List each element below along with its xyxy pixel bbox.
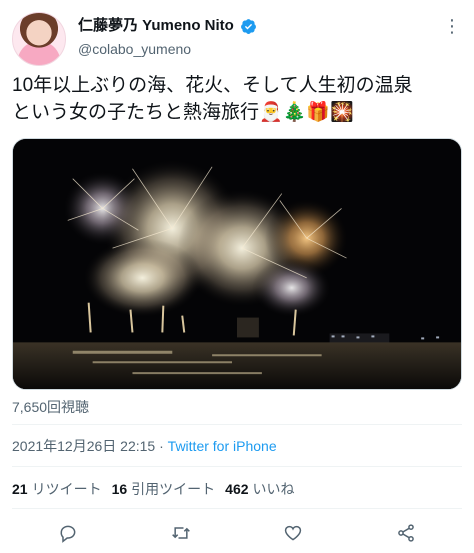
meta-separator: · [155,438,168,454]
handle[interactable]: @colabo_yumeno [78,40,257,58]
video-player[interactable] [12,138,462,390]
like-icon[interactable] [280,520,306,546]
divider [12,424,462,425]
action-bar [12,520,462,546]
tweet-text: 10年以上ぶりの海、花火、そして人生初の温泉 という女の子たちと熱海旅行🎅🎄🎁🎇 [12,72,464,126]
retweet-stat[interactable]: 21 リツイート [12,479,102,499]
share-icon[interactable] [393,520,419,546]
tweet-text-line-2: という女の子たちと熱海旅行🎅🎄🎁🎇 [12,102,354,123]
tweet-meta: 2021年12月26日 22:15 · Twitter for iPhone [12,436,277,456]
display-name[interactable]: 仁藤夢乃 Yumeno Nito [78,16,234,36]
tweet-text-line-1: 10年以上ぶりの海、花火、そして人生初の温泉 [12,75,413,96]
divider [12,466,462,467]
engagement-stats: 21 リツイート 16 引用ツイート 462 いいね [12,479,295,499]
like-stat[interactable]: 462 いいね [225,479,294,499]
divider [12,508,462,509]
more-icon[interactable]: ⋮ [443,16,462,37]
retweet-icon[interactable] [168,520,194,546]
quote-stat[interactable]: 16 引用ツイート [112,479,216,499]
tweet-emojis: 🎅🎄🎁🎇 [259,102,354,123]
reply-icon[interactable] [55,520,81,546]
timestamp[interactable]: 2021年12月26日 22:15 [12,438,155,454]
view-count: 7,650回視聴 [12,399,90,415]
tweet-header: 仁藤夢乃 Yumeno Nito @colabo_yumeno ⋮ [12,12,462,68]
source-link[interactable]: Twitter for iPhone [168,438,277,454]
author-names: 仁藤夢乃 Yumeno Nito @colabo_yumeno [78,16,257,58]
avatar[interactable] [12,12,66,66]
verified-badge-icon [240,18,256,34]
fireworks-video-frame [13,139,461,389]
